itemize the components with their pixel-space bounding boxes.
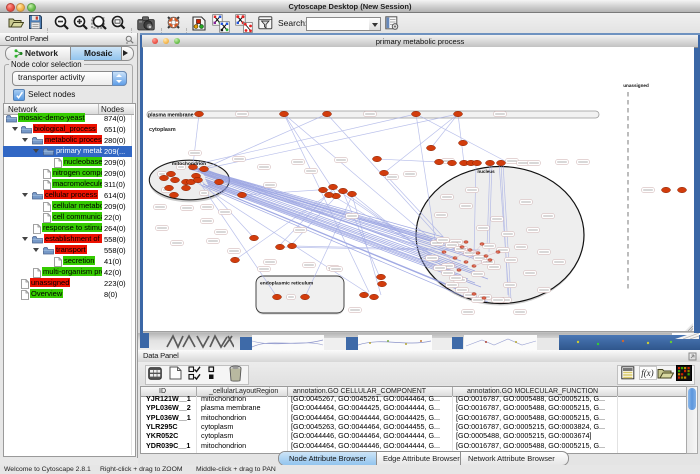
svg-text:plasma membrane: plasma membrane [148, 113, 194, 119]
svg-text:endoplasmic reticulum: endoplasmic reticulum [260, 281, 314, 287]
svg-text:unassigned: unassigned [623, 83, 649, 88]
svg-text:f(x): f(x) [641, 368, 654, 378]
svg-text:nucleus: nucleus [477, 169, 495, 174]
svg-text:cytoplasm: cytoplasm [149, 127, 176, 133]
svg-text:mitochondrion: mitochondrion [172, 161, 206, 167]
